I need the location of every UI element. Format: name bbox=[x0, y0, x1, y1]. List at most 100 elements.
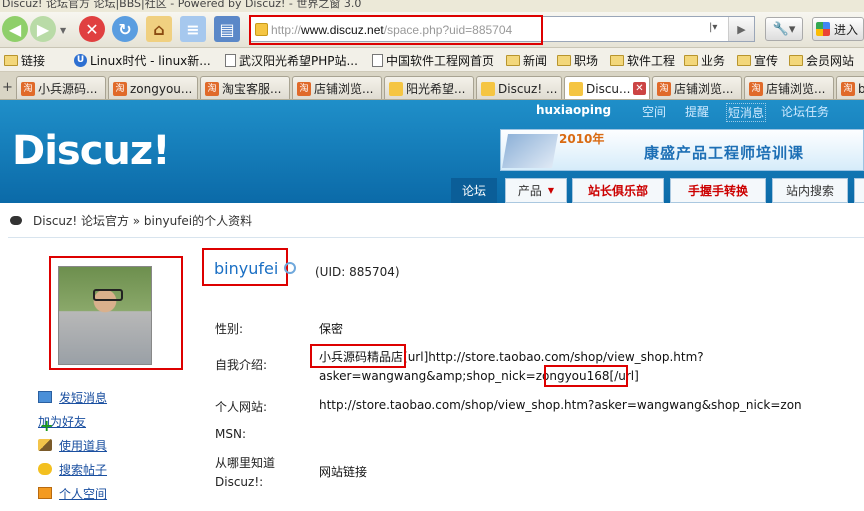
taobao-icon: 淘 bbox=[205, 81, 219, 96]
bookmark-item[interactable]: 业务 bbox=[684, 52, 725, 69]
use-item-link[interactable]: 使用道具 bbox=[38, 436, 107, 454]
google-icon bbox=[816, 22, 830, 36]
wand-icon bbox=[38, 439, 52, 451]
plus-icon: + bbox=[40, 416, 54, 435]
bookmark-item[interactable]: U Linux时代 - linux新... bbox=[74, 52, 211, 69]
nav-tab-search[interactable]: 站内搜索 bbox=[772, 178, 848, 203]
speech-bubble-icon bbox=[38, 463, 52, 475]
website-label: 个人网站: bbox=[215, 400, 268, 414]
bookmark-item[interactable]: 职场 bbox=[557, 52, 598, 69]
linux-site-icon: U bbox=[74, 54, 87, 67]
avatar bbox=[58, 266, 152, 365]
house-icon bbox=[38, 487, 52, 499]
refresh-icon[interactable]: ↻ bbox=[112, 16, 138, 42]
tab-item[interactable]: 阳光希望... bbox=[384, 76, 474, 99]
profile-username: binyufei bbox=[214, 259, 279, 278]
search-posts-link[interactable]: 搜索帖子 bbox=[38, 460, 107, 478]
source-label-line2: Discuz!: bbox=[215, 475, 264, 489]
taobao-icon: 淘 bbox=[841, 81, 855, 96]
bio-nick: zongyou168 bbox=[535, 369, 610, 383]
close-tab-icon[interactable]: ✕ bbox=[633, 82, 646, 95]
discuz-icon bbox=[481, 81, 495, 96]
tab-item[interactable]: 淘店铺浏览... bbox=[652, 76, 742, 99]
search-enter-button[interactable]: 进入 bbox=[812, 17, 864, 41]
forward-icon[interactable]: ▶ bbox=[30, 16, 56, 42]
msn-label: MSN: bbox=[215, 427, 246, 441]
tools-icon: 🔧▾ bbox=[772, 21, 796, 37]
taobao-icon: 淘 bbox=[21, 81, 35, 96]
window-title: Discuz! 论坛官方 论坛|BBS|社区 - Powered by Disc… bbox=[2, 0, 362, 10]
folder-icon bbox=[506, 55, 520, 66]
home-icon[interactable]: ⌂ bbox=[146, 16, 172, 42]
header-link-space[interactable]: 空间 bbox=[642, 103, 666, 120]
folder-icon bbox=[684, 55, 698, 66]
folder-icon bbox=[737, 55, 751, 66]
navigation-toolbar: ◀ ▶ ▼ ✕ ↻ ⌂ ≡ ▤ http://www.discuz.net/sp… bbox=[0, 12, 864, 48]
bookmark-item[interactable]: 中国软件工程网首页 bbox=[372, 52, 494, 69]
source-label-line1: 从哪里知道 bbox=[215, 456, 276, 470]
username-highlight-box: binyufei bbox=[202, 248, 288, 286]
bookmarks-icon[interactable]: ▤ bbox=[214, 16, 240, 42]
nav-tab-forum[interactable]: 论坛 bbox=[451, 178, 497, 203]
taobao-icon: 淘 bbox=[297, 81, 311, 96]
header-link-tasks[interactable]: 论坛任务 bbox=[781, 103, 829, 120]
breadcrumb-text[interactable]: Discuz! 论坛官方 » binyufei的个人资料 bbox=[33, 212, 252, 229]
tab-item[interactable]: Discuz! ... bbox=[476, 76, 562, 99]
page-icon bbox=[225, 54, 236, 67]
bio-label: 自我介绍: bbox=[215, 358, 268, 372]
taobao-icon: 淘 bbox=[113, 81, 127, 96]
history-icon[interactable]: ≡ bbox=[180, 16, 206, 42]
address-bar[interactable]: http://www.discuz.net/space.php?uid=8857… bbox=[249, 15, 755, 45]
tab-item[interactable]: 淘店铺浏览... bbox=[292, 76, 382, 99]
new-tab-icon[interactable]: + bbox=[2, 80, 13, 95]
stop-icon[interactable]: ✕ bbox=[79, 16, 105, 42]
back-icon[interactable]: ◀ bbox=[2, 16, 28, 42]
window-title-bar: Discuz! 论坛官方 论坛|BBS|社区 - Powered by Disc… bbox=[0, 0, 864, 12]
address-dropdown-icon[interactable]: |▾ bbox=[709, 22, 717, 33]
taobao-icon: 淘 bbox=[749, 81, 763, 96]
header-link-messages[interactable]: 短消息 bbox=[726, 103, 767, 122]
header-username[interactable]: huxiaoping bbox=[536, 103, 611, 117]
bookmarks-bar: 链接 U Linux时代 - linux新... 武汉阳光希望PHP站... 中国… bbox=[0, 48, 864, 72]
tab-item-active[interactable]: Discu... ✕ bbox=[564, 76, 650, 99]
bookmark-item[interactable]: 武汉阳光希望PHP站... bbox=[225, 52, 358, 69]
site-favicon-icon bbox=[255, 23, 268, 36]
breadcrumb: Discuz! 论坛官方 » binyufei的个人资料 bbox=[0, 203, 864, 237]
bookmark-item[interactable]: 链接 bbox=[4, 52, 45, 69]
bookmark-item[interactable]: 软件工程 bbox=[610, 52, 675, 69]
bio-shop-name: 小兵源码精品店 bbox=[319, 350, 404, 364]
tab-item[interactable]: 淘b bbox=[836, 76, 864, 99]
nav-tab-webmaster-club[interactable]: 站长俱乐部 bbox=[572, 178, 664, 203]
nav-tab-more[interactable] bbox=[854, 178, 864, 203]
header-link-notice[interactable]: 提醒 bbox=[685, 103, 709, 120]
online-status-icon bbox=[284, 262, 296, 274]
history-dropdown-icon[interactable]: ▼ bbox=[60, 26, 66, 35]
bookmark-item[interactable]: 会员网站 bbox=[789, 52, 854, 69]
send-message-link[interactable]: 发短消息 bbox=[38, 388, 107, 406]
website-value[interactable]: http://store.taobao.com/shop/view_shop.h… bbox=[319, 398, 802, 412]
site-header: huxiaoping 空间 提醒 短消息 论坛任务 Discuz! 2010年 … bbox=[0, 100, 864, 203]
discuz-icon bbox=[569, 82, 583, 96]
personal-space-link[interactable]: 个人空间 bbox=[38, 484, 107, 502]
folder-icon bbox=[4, 55, 18, 66]
tab-item[interactable]: 淘小兵源码... bbox=[16, 76, 106, 99]
profile-panel: 发短消息 + 加为好友 使用道具 搜索帖子 个人空间 binyufei (UID:… bbox=[8, 237, 864, 511]
address-input[interactable]: http://www.discuz.net/space.php?uid=8857… bbox=[271, 23, 512, 37]
go-button[interactable]: ▶ bbox=[728, 17, 754, 41]
bio-value-line1: 小兵源码精品店[url]http://store.taobao.com/shop… bbox=[319, 350, 704, 364]
chevron-down-icon: ▼ bbox=[547, 186, 555, 195]
bookmark-item[interactable]: 宣传 bbox=[737, 52, 778, 69]
ad-banner[interactable]: 2010年 康盛产品工程师培训课 bbox=[500, 129, 864, 171]
tab-item[interactable]: 淘店铺浏览... bbox=[744, 76, 834, 99]
nav-tab-products[interactable]: 产品 ▼ bbox=[505, 178, 567, 203]
tab-item[interactable]: 淘淘宝客服... bbox=[200, 76, 290, 99]
site-logo[interactable]: Discuz! bbox=[12, 128, 170, 174]
tab-item[interactable]: 淘 zongyou... bbox=[108, 76, 198, 99]
add-friend-link[interactable]: + 加为好友 bbox=[38, 412, 86, 435]
mail-icon bbox=[38, 391, 52, 403]
speech-bubble-icon bbox=[10, 215, 22, 225]
bookmark-item[interactable]: 新闻 bbox=[506, 52, 547, 69]
bio-value-line2: asker=wangwang&amp;shop_nick=zongyou168[… bbox=[319, 369, 639, 383]
nav-tab-converter[interactable]: 手握手转换 bbox=[670, 178, 766, 203]
tools-menu-button[interactable]: 🔧▾ bbox=[765, 17, 803, 41]
